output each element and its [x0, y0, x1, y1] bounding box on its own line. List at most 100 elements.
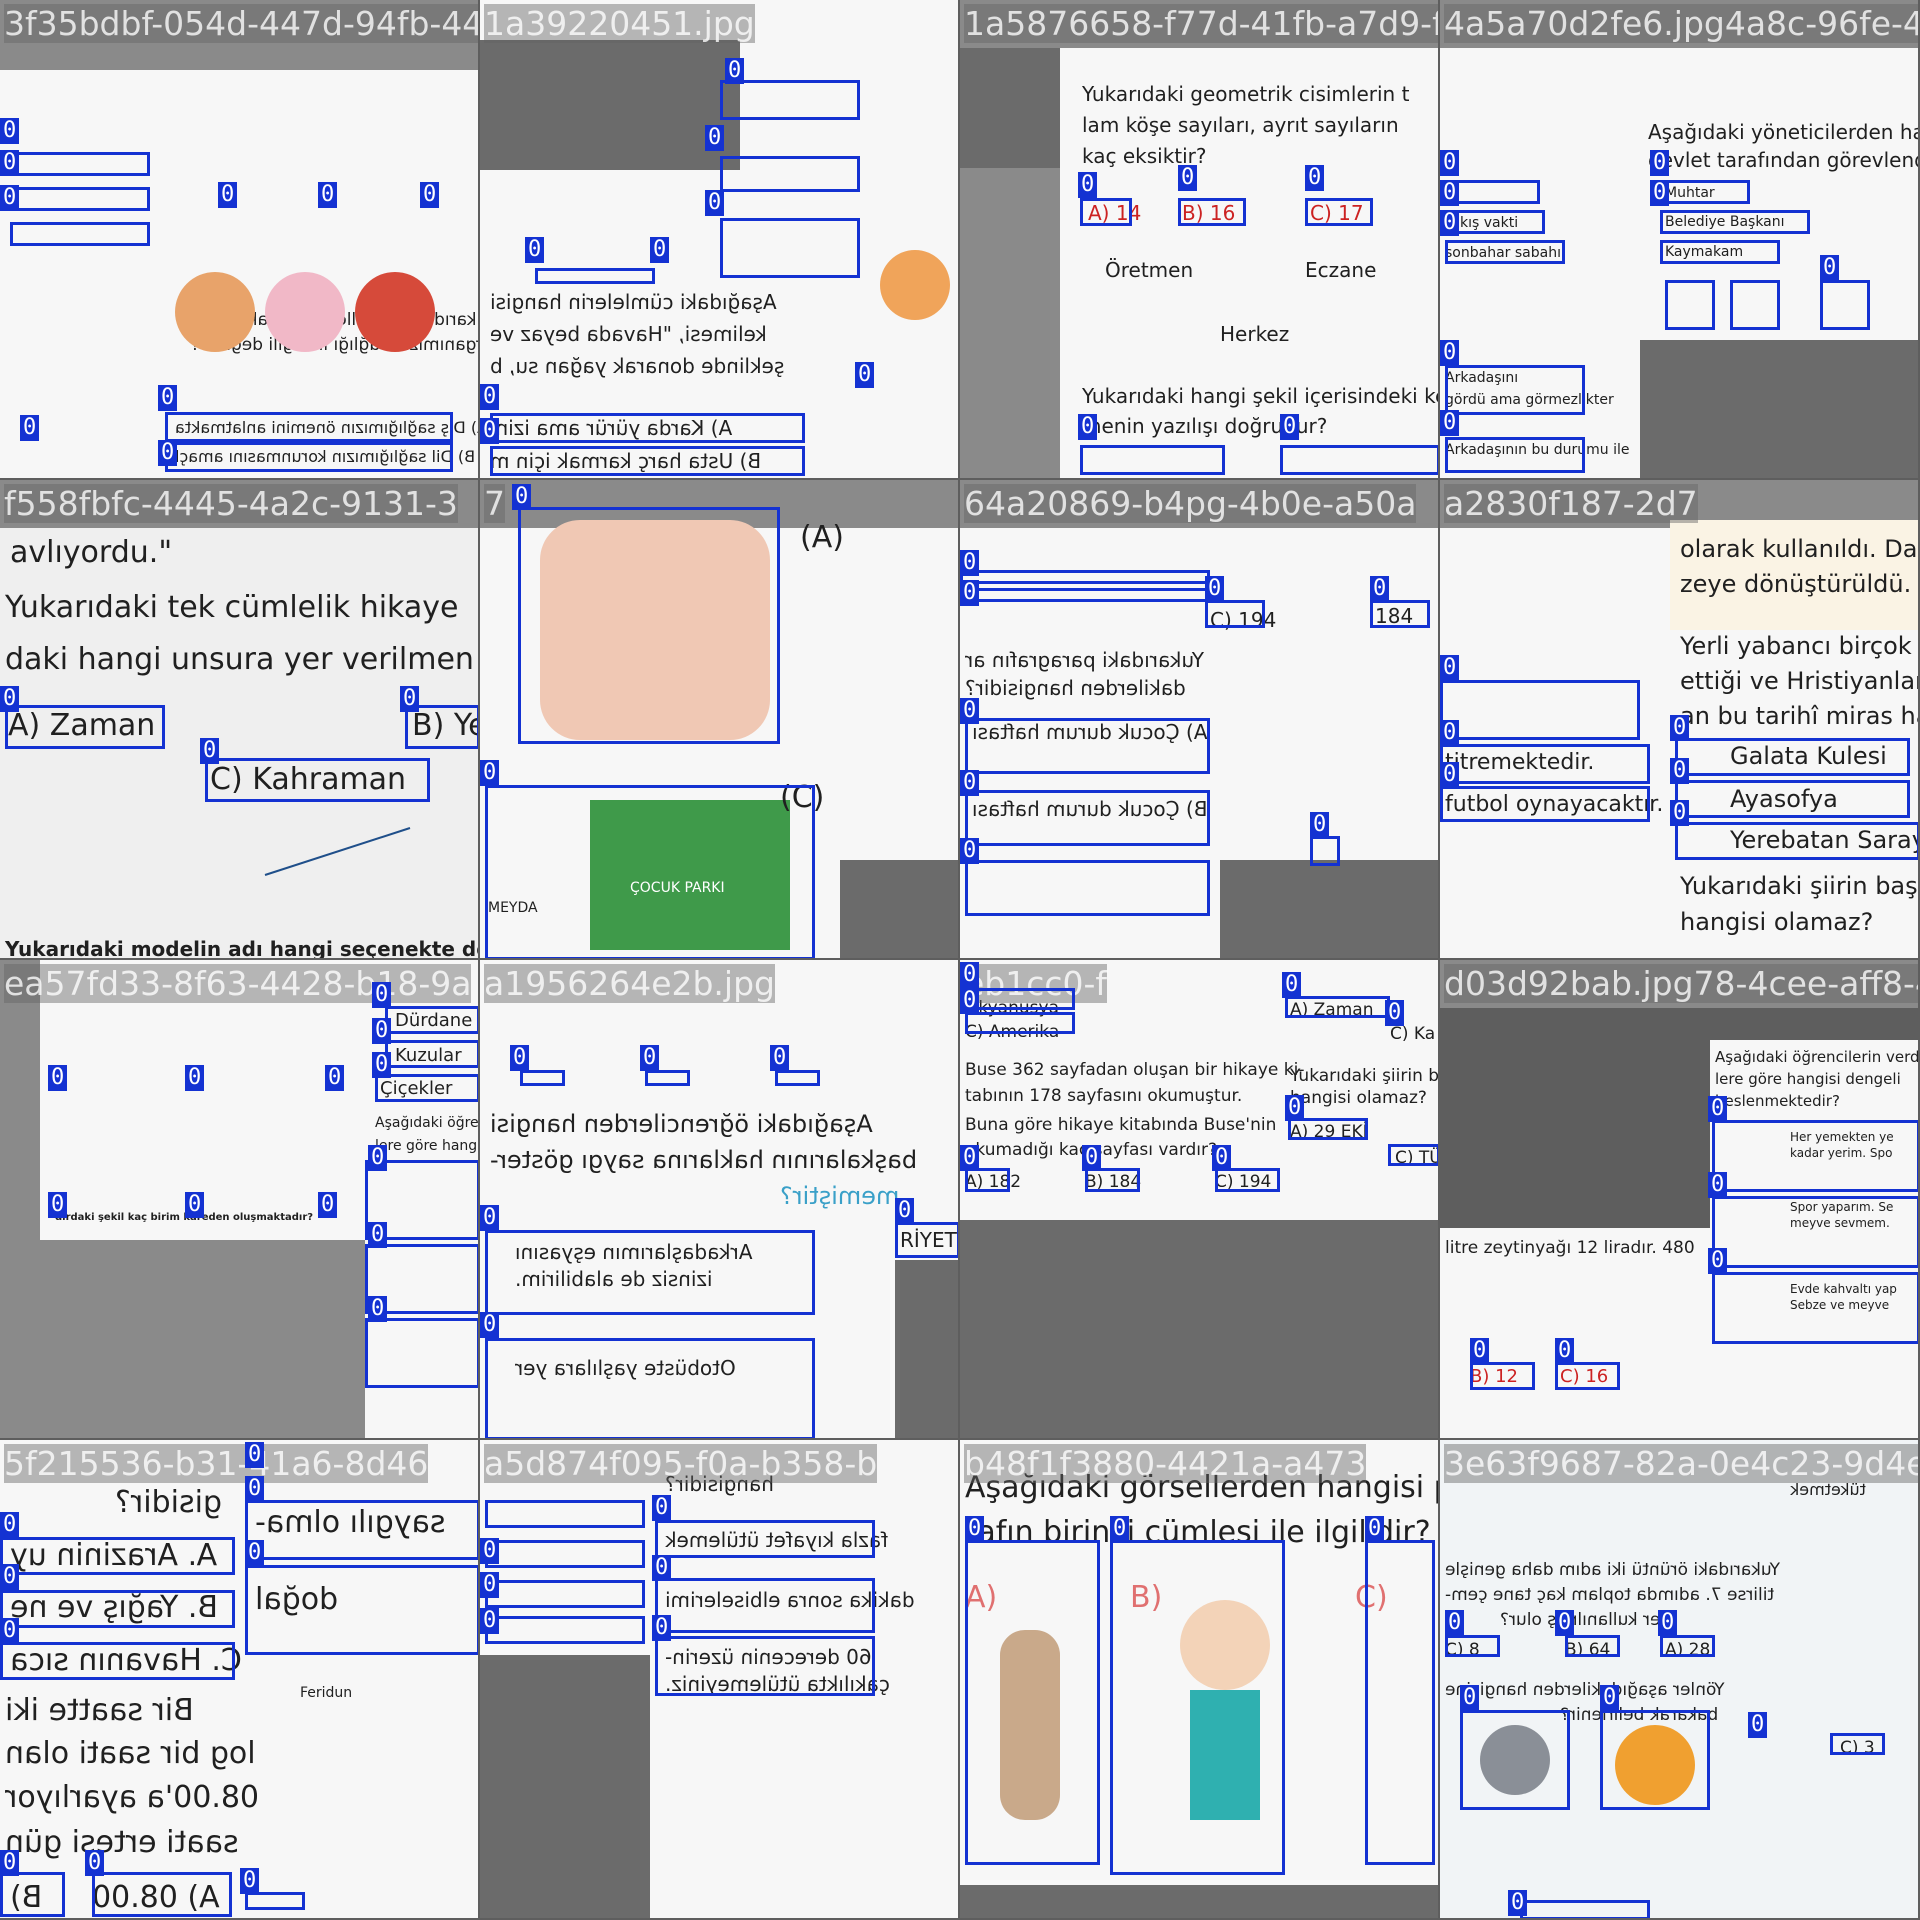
detection-box	[205, 758, 430, 802]
question-text: Buna göre hikaye kitabında Buse'nin	[965, 1115, 1277, 1135]
question-text: kelimesi, "Havada beyaz ve	[490, 322, 767, 346]
box-label: 0	[960, 770, 980, 796]
detection-box	[10, 187, 150, 211]
detection-box	[92, 1872, 232, 1917]
pepper-image	[355, 272, 435, 352]
box-label: 0	[510, 1045, 530, 1071]
box-label: 0	[1708, 1172, 1728, 1198]
box-label: 0	[1440, 410, 1460, 436]
box-label: 0	[960, 1145, 980, 1171]
detection-box	[1675, 738, 1910, 776]
question-text: Yukarıdaki paragrafın ar	[965, 648, 1205, 672]
box-label: 0	[1708, 1248, 1728, 1274]
box-label: 0	[368, 1222, 388, 1248]
box-label: 0	[1440, 180, 1460, 206]
box-label: 0	[20, 415, 40, 441]
detection-box	[1820, 280, 1870, 330]
question-text: gisidir?	[115, 1485, 222, 1520]
tile-9-filename: ea57fd33-8f63-4428-b18-9a	[4, 964, 472, 1003]
box-label: 0	[480, 760, 500, 786]
box-label: 0	[420, 182, 440, 208]
tile-1-filename: 3f35bdbf-054d-447d-94fb-44	[0, 0, 478, 48]
box-label: 0	[48, 1065, 68, 1091]
box-label: 0	[1670, 715, 1690, 741]
box-label: 0	[85, 1850, 105, 1876]
detection-box	[1440, 786, 1650, 822]
question-text: saati ertesi gün	[5, 1825, 239, 1860]
tile-3: 1a5876658-f77d-41fb-a7d9-f Yukarıdaki ge…	[960, 0, 1440, 480]
box-label: 0	[218, 182, 238, 208]
detection-box	[895, 1222, 958, 1258]
detection-box	[720, 156, 860, 192]
box-label: 0	[512, 484, 532, 510]
detection-box	[0, 1537, 235, 1575]
box-label: 0	[1365, 1516, 1385, 1542]
question-text: Buse 362 sayfadan oluşan bir hikaye ki-	[965, 1060, 1305, 1080]
detection-box	[10, 222, 150, 246]
question-text: Yukarıdaki modelin adı hangi seçenekte d…	[5, 937, 480, 960]
detection-box	[365, 1318, 478, 1388]
gray-region	[895, 1260, 958, 1438]
box-label: 0	[1385, 1000, 1405, 1026]
question-text: litre zeytinyağı 12 liradır. 480	[1445, 1238, 1695, 1258]
box-label: 0	[1212, 1145, 1232, 1171]
tile-4-filename: 4a5a70d2fe6.jpg4a8c-96fe-4	[1440, 0, 1918, 48]
question-text: lam köşe sayıları, ayrıt sayıların	[1082, 113, 1399, 137]
question-text: ber kullanılmış olur?	[1500, 1610, 1672, 1630]
detection-box	[1520, 1900, 1650, 1918]
question-text: Yukarıdaki geometrik cisimlerin t	[1082, 82, 1410, 106]
tile-10: a1956264e2b.jpg Aşağıdaki öğrencilerden …	[480, 960, 960, 1440]
question-text: devlet tarafından görevlendirilir?	[1648, 148, 1918, 172]
detection-box	[1085, 1168, 1140, 1192]
box-label: 0	[1440, 720, 1460, 746]
box-label: 0	[960, 988, 980, 1014]
box-label: 0	[965, 1516, 985, 1542]
box-label: 0	[1110, 1516, 1130, 1542]
box-label: 0	[705, 190, 725, 216]
box-label: 0	[372, 1018, 392, 1044]
story-text: avlıyordu."	[10, 535, 173, 570]
gray-region	[480, 40, 740, 170]
box-label: 0	[960, 698, 980, 724]
detection-box	[1445, 365, 1585, 415]
detection-box	[1660, 180, 1750, 204]
detection-box	[1555, 1362, 1620, 1390]
detection-box	[1445, 437, 1585, 473]
tile-5: f558fbfc-4445-4a2c-9131-3 avlıyordu." Yu…	[0, 480, 480, 960]
box-label: 0	[652, 1615, 672, 1641]
box-label: 0	[650, 237, 670, 263]
detection-box	[1110, 1540, 1285, 1875]
box-label: 0	[1658, 1610, 1678, 1636]
box-label: 0	[245, 1540, 265, 1566]
box-label: 0	[1440, 210, 1460, 236]
box-label: 0	[960, 550, 980, 576]
question-text: tabının 178 sayfasını okumuştur.	[965, 1086, 1243, 1106]
detection-box	[965, 1168, 1010, 1192]
tile-16: 3e63f9687-82a-0e4c23-9d4e Yukarıdaki örü…	[1440, 1440, 1920, 1920]
box-label: 0	[1285, 1095, 1305, 1121]
question-text: beslenmektedir?	[1715, 1092, 1840, 1110]
detection-box	[1205, 600, 1265, 628]
detection-box	[1440, 744, 1650, 784]
tile-12: d03d92bab.jpg78-4cee-aff8-46 Aşağıdaki ö…	[1440, 960, 1920, 1440]
detection-box	[245, 1500, 478, 1560]
info-text: olarak kullanıldı. Da	[1680, 535, 1918, 563]
box-label: 0	[1078, 414, 1098, 440]
box-label: 0	[1445, 1610, 1465, 1636]
detection-box	[655, 1636, 875, 1696]
question-text: Yukarıdaki şiirin ba	[1290, 1066, 1440, 1086]
box-label: 0	[1082, 1145, 1102, 1171]
tile-16-filename: 3e63f9687-82a-0e4c23-9d4e	[1440, 1440, 1918, 1488]
box-label: 0	[960, 838, 980, 864]
detection-box	[485, 1500, 645, 1528]
question-text: Aşağıdaki öğrencilerin verdiğ	[1715, 1048, 1920, 1066]
question-text: daki hangi unsura yer verilmen	[5, 642, 474, 677]
detection-box	[0, 1872, 65, 1917]
tile-13-filename: 5f215536-b31-41a6-8d46	[4, 1444, 429, 1483]
box-label: 0	[1370, 576, 1390, 602]
tile-3-filename: 1a5876658-f77d-41fb-a7d9-f	[960, 0, 1438, 48]
icecream-image	[265, 272, 345, 352]
box-label: 0	[525, 237, 545, 263]
detection-box	[1660, 240, 1780, 264]
gray-region	[960, 1220, 1438, 1438]
